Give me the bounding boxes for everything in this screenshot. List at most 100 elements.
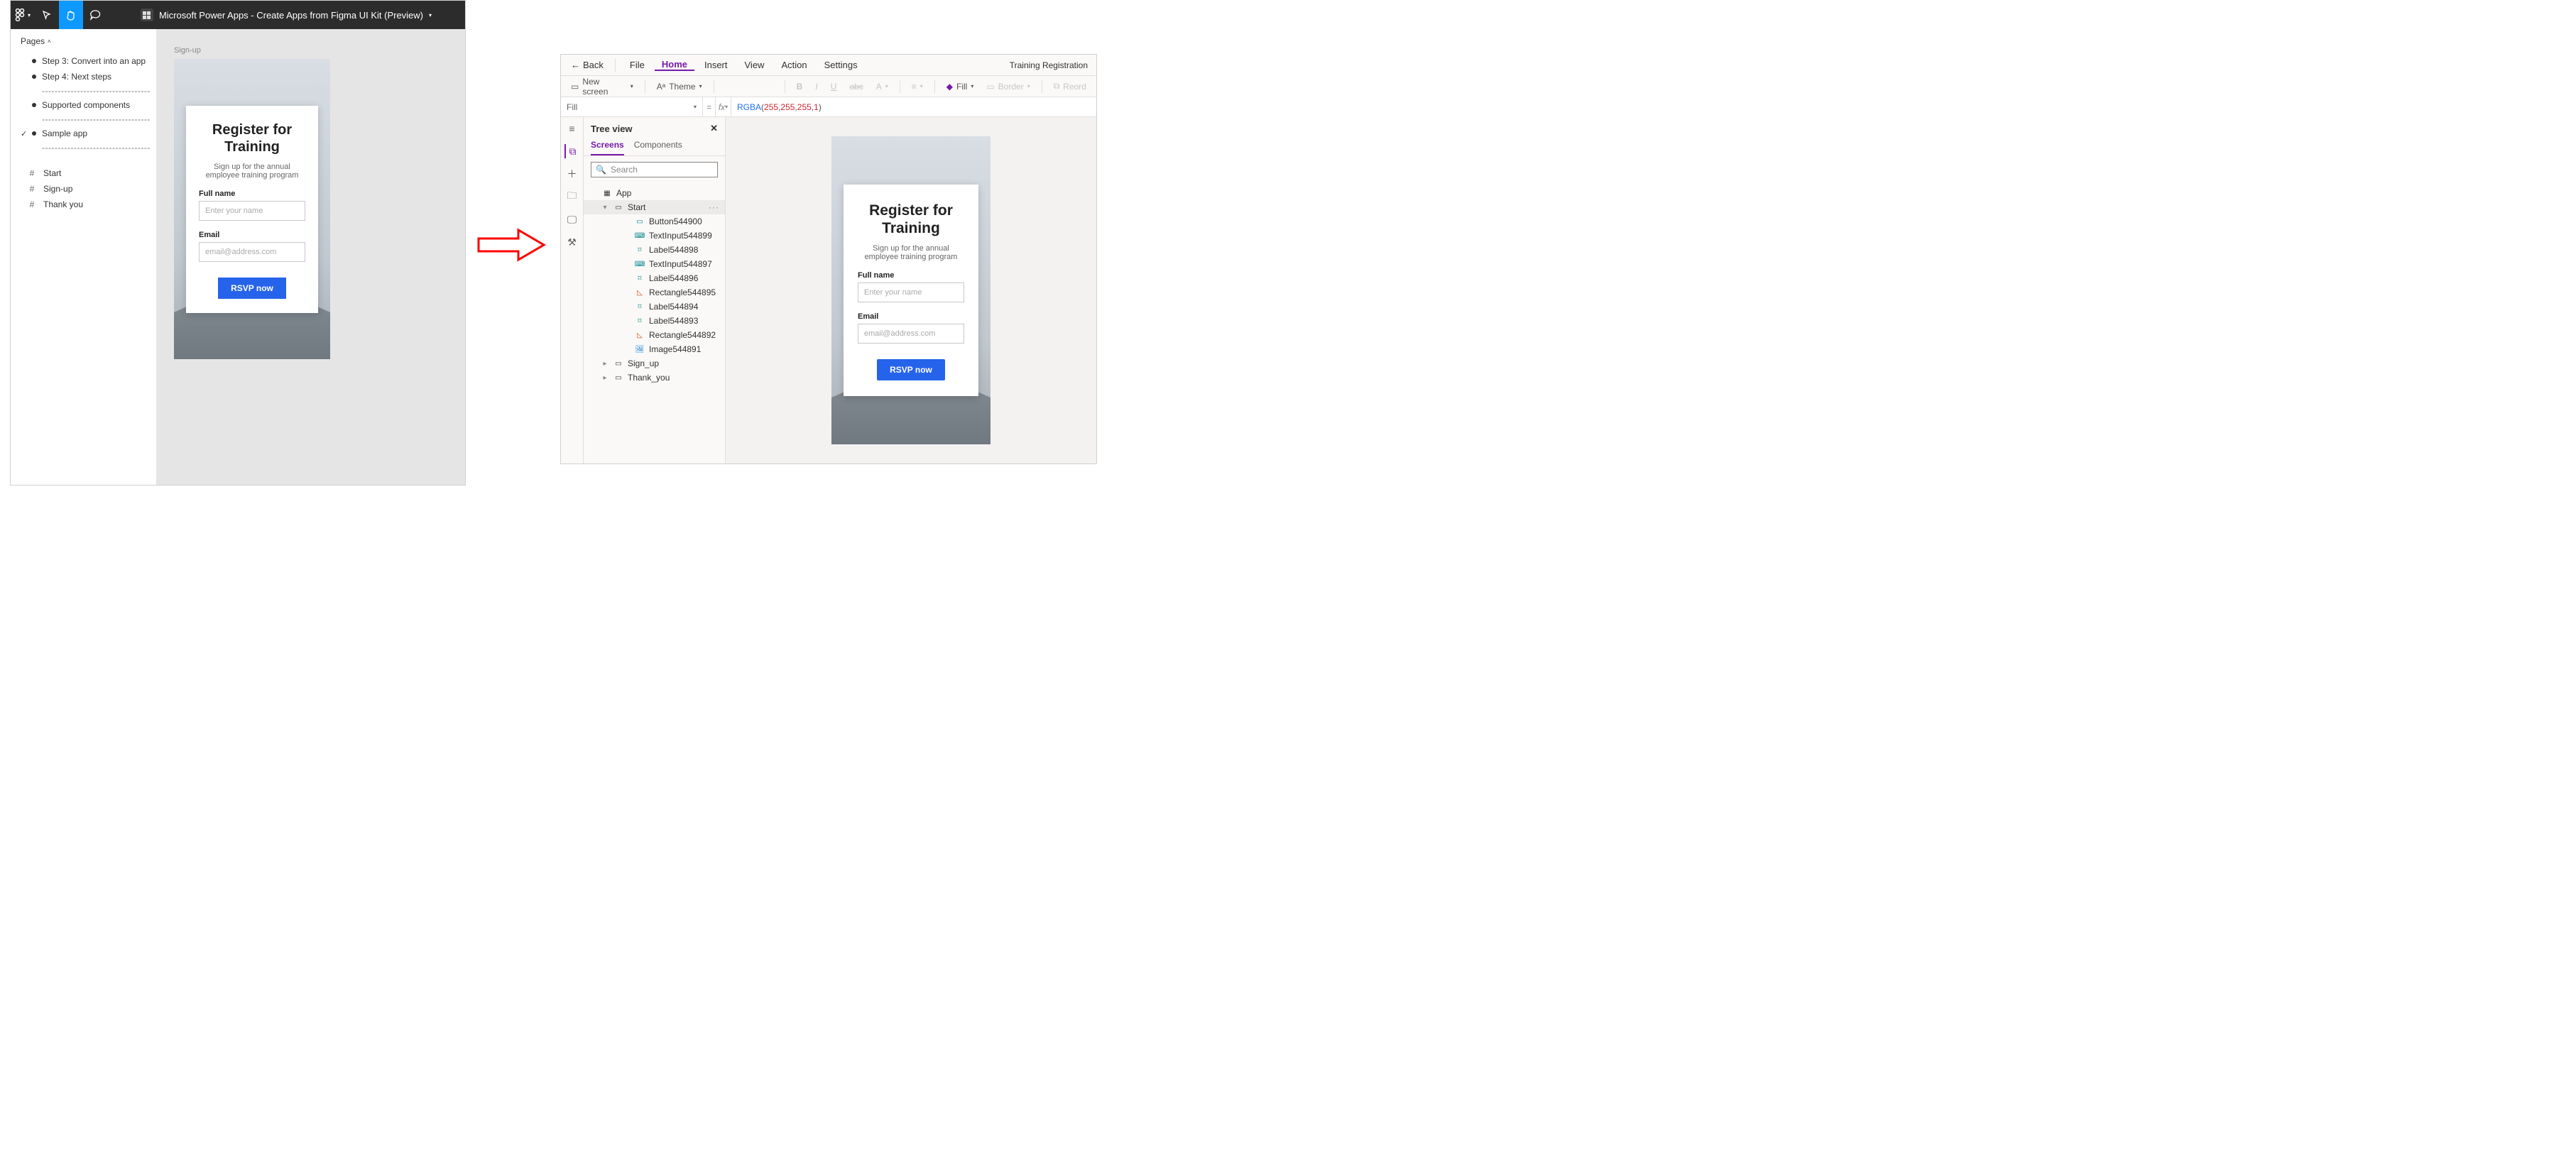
figma-file-title[interactable]: Microsoft Power Apps - Create Apps from … xyxy=(159,10,423,21)
email-input[interactable] xyxy=(858,324,964,344)
formula-bar: Fill▾ = fx▾ RGBA(255, 255, 255, 1) xyxy=(561,97,1096,117)
label-icon: ⌑ xyxy=(635,316,645,326)
bold-button[interactable]: B xyxy=(792,82,807,92)
fontcolor-button[interactable]: A▾ xyxy=(872,82,893,92)
signup-frame[interactable]: Register forTraining Sign up for the ann… xyxy=(174,59,330,359)
rectangle-icon: ◺ xyxy=(635,330,645,340)
chevron-right-icon: ▸ xyxy=(601,374,609,382)
hamburger-icon[interactable]: ≡ xyxy=(565,121,579,136)
menu-home[interactable]: Home xyxy=(655,59,694,71)
menu-action[interactable]: Action xyxy=(774,60,814,70)
page-supported[interactable]: Supported components xyxy=(11,97,156,113)
chevron-down-icon: ▾ xyxy=(601,204,609,212)
tree-button[interactable]: ▭Button544900 xyxy=(584,214,725,229)
fullname-input[interactable] xyxy=(858,283,964,302)
pages-header[interactable]: Pages˄ xyxy=(11,29,156,50)
fullname-label: Full name xyxy=(858,271,964,280)
figma-app: ▾ Microsoft Power Apps - Create Apps fro… xyxy=(10,0,466,486)
tab-components[interactable]: Components xyxy=(634,140,682,155)
frame-start[interactable]: #Start xyxy=(11,165,156,181)
page-step4[interactable]: Step 4: Next steps xyxy=(11,69,156,84)
menu-file[interactable]: File xyxy=(623,60,652,70)
label-icon: ⌑ xyxy=(635,273,645,283)
treeview-icon[interactable]: ⧉ xyxy=(564,144,579,158)
insert-icon[interactable]: ＋ xyxy=(565,167,579,181)
fx-icon[interactable]: fx▾ xyxy=(716,97,731,116)
frame-icon: # xyxy=(28,184,36,194)
frame-thankyou[interactable]: #Thank you xyxy=(11,197,156,212)
frame-signup[interactable]: #Sign-up xyxy=(11,181,156,197)
rsvp-button[interactable]: RSVP now xyxy=(218,278,286,299)
pa-ribbon: ▭New screen▾ AᵃTheme▾ B I U abc A▾ ≡▾ ◆F… xyxy=(561,76,1096,97)
underline-button[interactable]: U xyxy=(826,82,841,92)
new-screen-button[interactable]: ▭New screen▾ xyxy=(567,77,638,97)
reorder-icon: ⧉ xyxy=(1054,81,1060,92)
rectangle-icon: ◺ xyxy=(635,287,645,297)
hand-tool[interactable] xyxy=(59,1,83,29)
reorder-button[interactable]: ⧉Reord xyxy=(1049,81,1091,92)
page-step3[interactable]: Step 3: Convert into an app xyxy=(11,53,156,69)
tree-label[interactable]: ⌑Label544894 xyxy=(584,300,725,314)
screen-node-icon: ▭ xyxy=(613,202,623,212)
canvas-frame-label[interactable]: Sign-up xyxy=(174,46,448,55)
data-icon[interactable]: 🗀 xyxy=(565,190,579,204)
card-title: Register forTraining xyxy=(858,202,964,237)
windows-icon xyxy=(141,9,153,21)
screen-node-icon: ▭ xyxy=(613,373,623,383)
menu-insert[interactable]: Insert xyxy=(697,60,735,70)
image-icon: 🖼 xyxy=(635,344,645,354)
screen-node-icon: ▭ xyxy=(613,358,623,368)
tree-thankyou[interactable]: ▸▭Thank_you xyxy=(584,371,725,385)
close-icon[interactable]: ✕ xyxy=(710,123,718,134)
pa-canvas[interactable]: Register forTraining Sign up for the ann… xyxy=(726,117,1096,464)
start-screen[interactable]: Register forTraining Sign up for the ann… xyxy=(831,136,990,444)
strike-button[interactable]: abc xyxy=(845,82,867,92)
email-label: Email xyxy=(858,312,964,321)
tree-view-title: Tree view xyxy=(591,124,633,134)
rsvp-button[interactable]: RSVP now xyxy=(877,359,945,380)
italic-button[interactable]: I xyxy=(811,82,822,92)
media-icon[interactable]: 🖵 xyxy=(565,212,579,226)
label-icon: ⌑ xyxy=(635,302,645,312)
formula-input[interactable]: RGBA(255, 255, 255, 1) xyxy=(731,97,1096,116)
tree-textinput[interactable]: ⌨TextInput544899 xyxy=(584,229,725,243)
align-button[interactable]: ≡▾ xyxy=(907,82,927,92)
tree-textinput[interactable]: ⌨TextInput544897 xyxy=(584,257,725,271)
arrow-icon xyxy=(476,227,547,263)
tree-rectangle[interactable]: ◺Rectangle544892 xyxy=(584,328,725,342)
tree-search[interactable]: 🔍Search xyxy=(591,162,718,177)
fullname-label: Full name xyxy=(199,190,305,198)
figma-canvas[interactable]: Sign-up Register forTraining Sign up for… xyxy=(157,29,465,485)
tree-label[interactable]: ⌑Label544898 xyxy=(584,243,725,257)
chevron-down-icon[interactable]: ▾ xyxy=(429,12,432,18)
tree-app[interactable]: ▦App xyxy=(584,186,725,200)
tree-label[interactable]: ⌑Label544896 xyxy=(584,271,725,285)
tab-screens[interactable]: Screens xyxy=(591,140,624,155)
tree-signup[interactable]: ▸▭Sign_up xyxy=(584,356,725,371)
email-input[interactable] xyxy=(199,242,305,262)
card-subtitle: Sign up for the annual employee training… xyxy=(858,244,964,261)
app-node-icon: ▦ xyxy=(602,188,612,198)
comment-tool[interactable] xyxy=(83,1,107,29)
button-icon: ▭ xyxy=(635,216,645,226)
move-tool[interactable] xyxy=(35,1,59,29)
tree-start[interactable]: ▾▭Start··· xyxy=(584,200,725,214)
fill-button[interactable]: ◆Fill▾ xyxy=(942,82,978,92)
back-button[interactable]: ←Back xyxy=(567,60,608,70)
tree-image[interactable]: 🖼Image544891 xyxy=(584,342,725,356)
property-selector[interactable]: Fill▾ xyxy=(561,97,703,116)
border-button[interactable]: ▭Border▾ xyxy=(982,82,1034,92)
page-sample-app[interactable]: ✓Sample app xyxy=(11,126,156,141)
figma-menu-button[interactable]: ▾ xyxy=(11,1,35,29)
figma-sidebar: Pages˄ Step 3: Convert into an app Step … xyxy=(11,29,157,485)
menu-settings[interactable]: Settings xyxy=(817,60,865,70)
fullname-input[interactable] xyxy=(199,201,305,221)
theme-button[interactable]: AᵃTheme▾ xyxy=(653,82,706,92)
tools-icon[interactable]: ⚒ xyxy=(565,235,579,249)
tree-label[interactable]: ⌑Label544893 xyxy=(584,314,725,328)
menu-view[interactable]: View xyxy=(738,60,772,70)
tree-rectangle[interactable]: ◺Rectangle544895 xyxy=(584,285,725,300)
figma-toolbar: ▾ Microsoft Power Apps - Create Apps fro… xyxy=(11,1,465,29)
more-icon[interactable]: ··· xyxy=(709,202,719,212)
page-divider: ---------------------------------- xyxy=(11,141,156,154)
